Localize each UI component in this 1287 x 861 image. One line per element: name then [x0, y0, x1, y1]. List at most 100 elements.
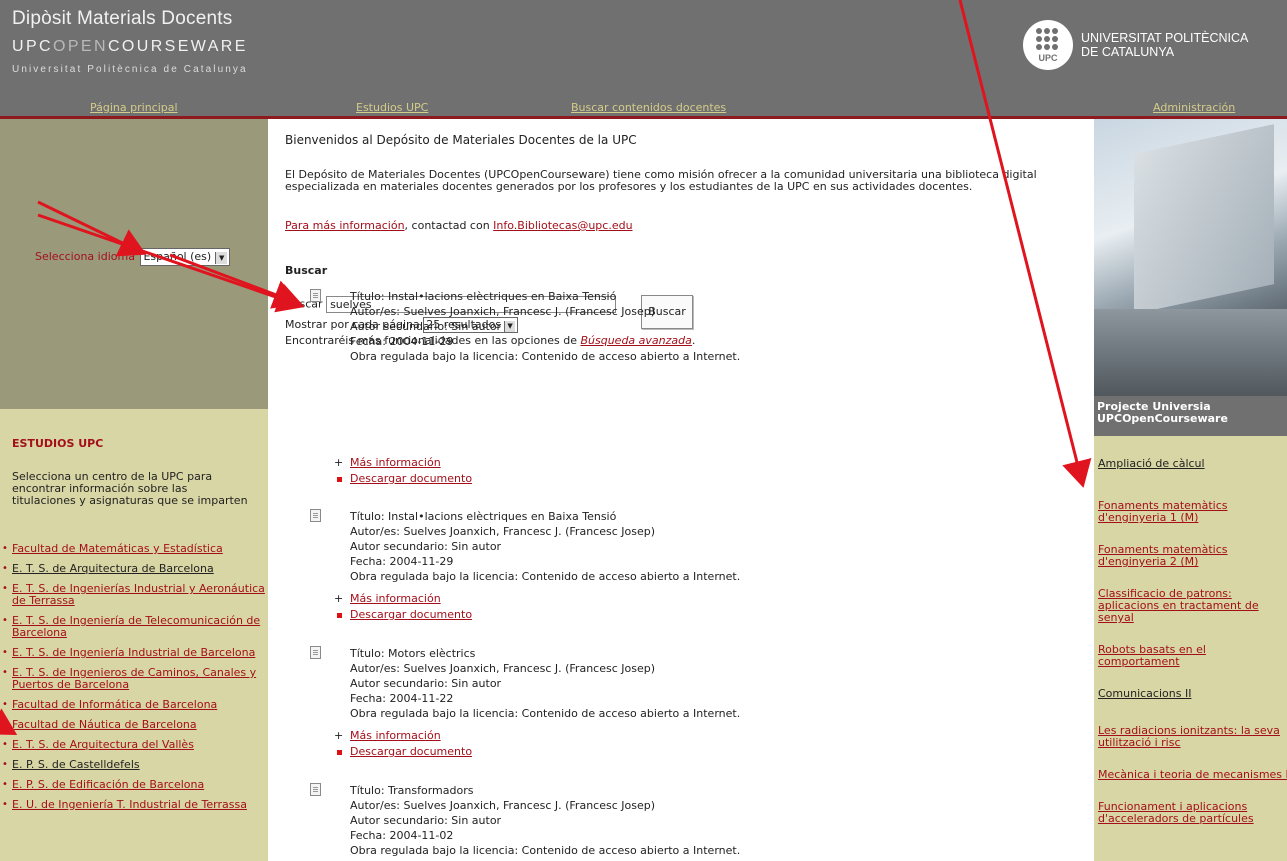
mission-text: El Depósito de Materiales Docentes (UPCO…	[285, 168, 1037, 193]
studies-item: E. U. de Ingeniería T. Industrial de Ter…	[0, 798, 268, 812]
course-item: Funcionament i aplicacions d'accelerador…	[1098, 801, 1273, 825]
university-name-line1: UNIVERSITAT POLITÈCNICA	[1081, 31, 1249, 45]
result-more-row: + Más información	[334, 728, 441, 743]
bullet-icon	[337, 749, 342, 755]
main-nav: Página principal Estudios UPC Buscar con…	[0, 96, 1287, 118]
more-info-link[interactable]: Para más información	[285, 219, 405, 232]
welcome-heading: Bienvenidos al Depósito de Materiales Do…	[285, 133, 637, 147]
course-item: Fonaments matemàtics d'enginyeria 1 (M)	[1098, 500, 1258, 524]
result-details: Título: Transformadors Autor/es: Suelves…	[350, 783, 740, 858]
course-link[interactable]: Classificacio de patrons: aplicacions en…	[1098, 587, 1259, 624]
plus-icon: +	[334, 592, 344, 605]
course-link[interactable]: Les radiacions ionitzants: la seva utili…	[1098, 724, 1280, 749]
result-download-row: Descargar documento	[334, 607, 472, 622]
studies-link[interactable]: E. T. S. de Ingeniería de Telecomunicaci…	[12, 614, 260, 639]
more-info-line: Para más información, contactad con Info…	[285, 219, 633, 232]
studies-link[interactable]: E. T. S. de Ingenieros de Caminos, Canal…	[12, 666, 256, 691]
language-selected-value: Español (es)	[143, 250, 212, 263]
studies-link[interactable]: Facultad de Náutica de Barcelona	[12, 718, 197, 731]
document-icon	[310, 646, 321, 659]
course-link[interactable]: Mecànica i teoria de mecanismes II	[1098, 768, 1287, 781]
project-band: Projecte Universia UPCOpenCourseware	[1094, 396, 1287, 436]
course-item: Classificacio de patrons: aplicacions en…	[1098, 588, 1270, 624]
upc-logo-icon: UPC	[1023, 20, 1073, 70]
course-list: Ampliació de càlcul Fonaments matemàtics…	[1098, 458, 1287, 845]
result-download-row: Descargar documento	[334, 471, 472, 486]
studies-item: E. T. S. de Ingenierías Industrial y Aer…	[0, 583, 268, 607]
result-secondary-author: Autor secundario: Sin autor	[350, 540, 502, 553]
result-author: Autor/es: Suelves Joanxich, Francesc J. …	[350, 305, 655, 318]
download-link[interactable]: Descargar documento	[350, 608, 472, 621]
result-download-row: Descargar documento	[334, 744, 472, 759]
course-link[interactable]: Robots basats en el comportament	[1098, 643, 1206, 668]
result-license: Obra regulada bajo la licencia: Contenid…	[350, 570, 741, 583]
plus-icon: +	[334, 729, 344, 742]
studies-link[interactable]: E. T. S. de Ingeniería Industrial de Bar…	[12, 646, 255, 659]
course-link[interactable]: Ampliació de càlcul	[1098, 457, 1205, 470]
studies-link[interactable]: E. T. S. de Arquitectura de Barcelona	[12, 562, 214, 575]
main-content: Bienvenidos al Depósito de Materiales Do…	[285, 119, 1085, 861]
studies-item: E. T. S. de Ingenieros de Caminos, Canal…	[0, 667, 268, 691]
result-date: Fecha: 2004-11-29	[350, 555, 454, 568]
course-list-panel: Ampliació de càlcul Fonaments matemàtics…	[1094, 436, 1287, 861]
result-more-row: + Más información	[334, 591, 441, 606]
result-author: Autor/es: Suelves Joanxich, Francesc J. …	[350, 662, 655, 675]
studies-link[interactable]: E. P. S. de Castelldefels	[12, 758, 140, 771]
more-info-link[interactable]: Más información	[350, 592, 441, 605]
language-select[interactable]: Español (es) ▼	[140, 248, 231, 266]
document-icon	[310, 289, 321, 302]
course-link[interactable]: Fonaments matemàtics d'enginyeria 2 (M)	[1098, 543, 1228, 568]
nav-home-link[interactable]: Página principal	[90, 101, 178, 114]
studies-item: E. T. S. de Arquitectura del Vallès	[0, 738, 268, 752]
result-details: Título: Motors elèctrics Autor/es: Suelv…	[350, 646, 740, 721]
nav-admin-link[interactable]: Administración	[1153, 101, 1235, 114]
email-link[interactable]: Info.Bibliotecas@upc.edu	[493, 219, 632, 232]
result-title: Título: Transformadors	[350, 784, 474, 797]
course-link[interactable]: Fonaments matemàtics d'enginyeria 1 (M)	[1098, 499, 1228, 524]
download-link[interactable]: Descargar documento	[350, 472, 472, 485]
result-secondary-author: Autor secundario: Sin autor	[350, 814, 502, 827]
download-link[interactable]: Descargar documento	[350, 745, 472, 758]
course-item: Robots basats en el comportament	[1098, 644, 1258, 668]
course-item: Mecànica i teoria de mecanismes II	[1098, 769, 1287, 781]
course-link[interactable]: Funcionament i aplicacions d'accelerador…	[1098, 800, 1254, 825]
studies-item: E. P. S. de Castelldefels	[0, 758, 268, 772]
document-icon	[310, 509, 321, 522]
studies-list: Facultad de Matemáticas y Estadística E.…	[0, 543, 268, 819]
nav-search-link[interactable]: Buscar contenidos docentes	[571, 101, 726, 114]
studies-item: E. T. S. de Ingeniería Industrial de Bar…	[0, 646, 268, 660]
result-secondary-author: Autor secundario: Sin autor	[350, 320, 502, 333]
site-header: Dipòsit Materials Docents UPCOPENCOURSEW…	[0, 0, 1287, 118]
result-title: Título: Instal•lacions elèctriques en Ba…	[350, 290, 617, 303]
course-link[interactable]: Comunicacions II	[1098, 687, 1191, 700]
photo-ground	[1094, 309, 1287, 396]
result-license: Obra regulada bajo la licencia: Contenid…	[350, 844, 741, 857]
studies-link[interactable]: E. T. S. de Ingenierías Industrial y Aer…	[12, 582, 265, 607]
site-title: Dipòsit Materials Docents	[12, 8, 233, 29]
studies-intro: Selecciona un centro de la UPC para enco…	[12, 470, 248, 507]
studies-panel: ESTUDIOS UPC Selecciona un centro de la …	[0, 409, 268, 861]
course-item: Les radiacions ionitzants: la seva utili…	[1098, 725, 1287, 749]
studies-item: E. T. S. de Ingeniería de Telecomunicaci…	[0, 615, 268, 639]
studies-link[interactable]: Facultad de Informática de Barcelona	[12, 698, 217, 711]
project-title-line2: UPCOpenCourseware	[1097, 412, 1228, 425]
chevron-down-icon: ▼	[215, 252, 228, 264]
nav-studies-link[interactable]: Estudios UPC	[356, 101, 428, 114]
more-info-link[interactable]: Más información	[350, 729, 441, 742]
course-item: Comunicacions II	[1098, 688, 1287, 700]
university-name: UNIVERSITAT POLITÈCNICA DE CATALUNYA	[1081, 31, 1248, 59]
result-license: Obra regulada bajo la licencia: Contenid…	[350, 707, 741, 720]
result-details: Título: Instal•lacions elèctriques en Ba…	[350, 509, 740, 584]
course-item: Fonaments matemàtics d'enginyeria 2 (M)	[1098, 544, 1258, 568]
studies-link[interactable]: E. T. S. de Arquitectura del Vallès	[12, 738, 194, 751]
logo-label: UPC	[1038, 53, 1058, 63]
site-subtitle: UPCOPENCOURSEWARE	[12, 38, 248, 56]
studies-link[interactable]: Facultad de Matemáticas y Estadística	[12, 542, 223, 555]
studies-link[interactable]: E. P. S. de Edificación de Barcelona	[12, 778, 204, 791]
photo-wall	[1134, 124, 1274, 314]
studies-link[interactable]: E. U. de Ingeniería T. Industrial de Ter…	[12, 798, 247, 811]
document-icon	[310, 783, 321, 796]
studies-item: Facultad de Náutica de Barcelona	[0, 718, 268, 732]
more-info-link[interactable]: Más información	[350, 456, 441, 469]
studies-title: ESTUDIOS UPC	[12, 437, 104, 450]
